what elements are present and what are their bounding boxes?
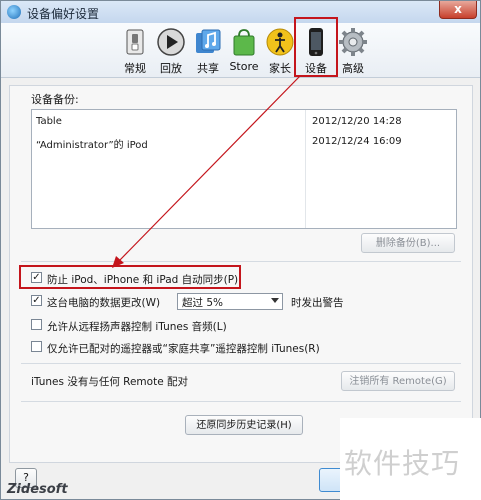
backup-name: “Administrator”的 iPod [36,140,148,151]
window-title: 设备偏好设置 [27,7,100,21]
music-share-icon [196,29,221,53]
site-watermark: 软件技巧 [340,418,481,500]
divider [21,261,461,262]
switch-icon [126,29,144,55]
close-button[interactable]: x [439,1,477,19]
divider [21,363,461,364]
watermark-text: 软件技巧 [344,447,461,480]
list-item[interactable]: Table 2012/12/20 14:28 [32,112,456,132]
remote-speakers-label: 允许从远程扬声器控制 iTunes 音频(L) [47,321,227,333]
unpair-remotes-button[interactable]: 注销所有 Remote(G) [341,371,455,391]
brand-watermark: Zidesoft [7,482,68,497]
backups-label: 设备备份: [31,93,79,106]
list-item[interactable]: “Administrator”的 iPod 2012/12/24 16:09 [32,132,456,152]
store-bag-icon [233,29,255,56]
divider [21,401,461,402]
backups-list[interactable]: Table 2012/12/20 14:28 “Administrator”的 … [31,109,457,229]
backup-name: Table [36,116,62,127]
gear-icon [339,28,367,56]
tab-advanced[interactable]: 高级 [335,25,371,75]
remote-status: iTunes 没有与任何 Remote 配对 [31,376,189,388]
parental-icon [266,28,294,56]
data-change-label: 这台电脑的数据更改(W) [47,297,161,309]
backup-date: 2012/12/24 16:09 [312,136,402,147]
remote-speakers-checkbox[interactable] [31,319,42,330]
threshold-value: 超过 5% [182,297,223,309]
backup-date: 2012/12/20 14:28 [312,116,402,127]
delete-backup-button[interactable]: 删除备份(B)... [361,233,455,253]
itunes-icon [7,5,21,19]
paired-remotes-checkbox[interactable] [31,341,42,352]
devices-tab-highlight [294,17,338,77]
data-change-checkbox[interactable]: ✓ [31,295,42,306]
preferences-toolbar: 常规 回放 共享 Store 家长 设备 高级 [1,23,480,78]
prevent-sync-checkbox[interactable]: ✓ [31,272,42,283]
paired-remotes-label: 仅允许已配对的遥控器或“家庭共享”遥控器控制 iTunes(R) [47,343,320,355]
play-icon [157,28,185,56]
threshold-select[interactable]: 超过 5% [177,293,283,310]
reset-sync-history-button[interactable]: 还原同步历史记录(H) [185,415,303,435]
chevron-down-icon [271,298,279,303]
title-bar: 设备偏好设置 x [1,1,480,24]
warn-suffix: 时发出警告 [291,297,344,309]
prevent-sync-label: 防止 iPod、iPhone 和 iPad 自动同步(P) [47,274,239,286]
